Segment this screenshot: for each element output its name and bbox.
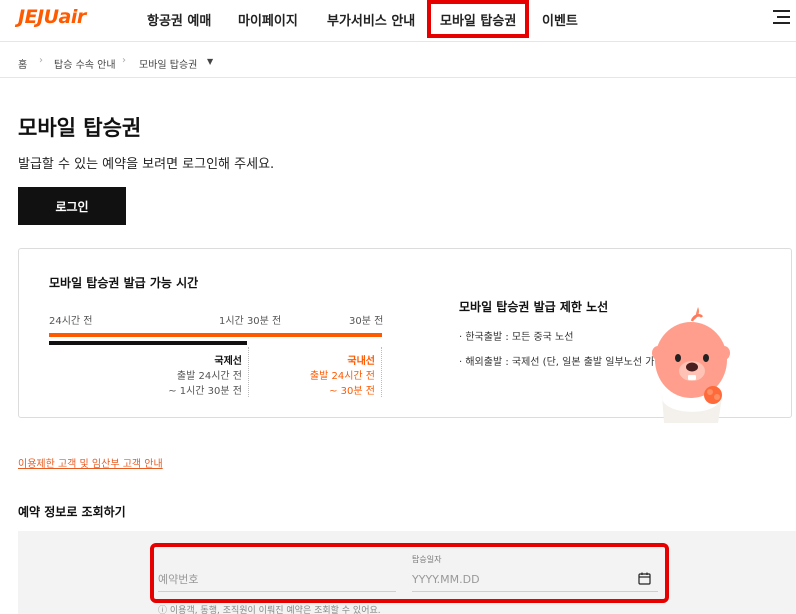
timeline-label-24h: 24시간 전 xyxy=(49,316,93,327)
breadcrumb-current[interactable]: 모바일 탑승권 xyxy=(139,56,197,71)
menu-icon[interactable] xyxy=(773,9,790,25)
nav-flight-booking[interactable]: 항공권 예매 xyxy=(147,10,211,29)
restriction-heading: 모바일 탑승권 발급 제한 노선 xyxy=(459,300,609,314)
domestic-line1: 출발 24시간 전 xyxy=(309,371,375,382)
international-line1: 출발 24시간 전 xyxy=(176,371,242,382)
international-timeline-bar xyxy=(49,341,247,345)
timeline-label-90m: 1시간 30분 전 xyxy=(219,316,282,327)
divider xyxy=(248,347,249,397)
nav-events[interactable]: 이벤트 xyxy=(542,10,578,29)
search-fields-highlight-box xyxy=(150,543,669,603)
caret-down-icon[interactable]: ▼ xyxy=(207,57,213,66)
chevron-right-icon: › xyxy=(39,55,43,66)
breadcrumb-home[interactable]: 홈 xyxy=(18,56,27,71)
page-title: 모바일 탑승권 xyxy=(18,116,142,140)
domestic-title: 국내선 xyxy=(347,356,375,367)
restriction-item: · 해외출발 : 국제선 (단, 일본 출발 일부노선 가능) xyxy=(459,357,668,368)
international-line2: ~ 1시간 30분 전 xyxy=(168,386,242,397)
header: JEJUair 항공권 예매 마이페이지 부가서비스 안내 모바일 탑승권 이벤… xyxy=(0,0,796,42)
international-title: 국제선 xyxy=(214,356,242,367)
domestic-timeline-bar xyxy=(49,333,382,337)
mascot-illustration xyxy=(652,307,730,423)
breadcrumb: 홈 › 탑승 수속 안내 › 모바일 탑승권 ▼ xyxy=(0,46,796,78)
jejuair-logo[interactable]: JEJUair xyxy=(18,6,86,28)
lookup-hint: ⓘ 이용객, 동행, 조직원이 이뤄진 예약은 조회할 수 있어요. xyxy=(158,606,381,614)
restriction-item: · 한국출발 : 모든 중국 노선 xyxy=(459,332,574,343)
restricted-customer-notice-link[interactable]: 이용제한 고객 및 임산부 고객 안내 xyxy=(18,455,163,470)
nav-highlight-box xyxy=(427,0,529,38)
nav-my-page[interactable]: 마이페이지 xyxy=(238,10,298,29)
domestic-line2: ~ 30분 전 xyxy=(329,386,375,397)
lookup-section-title: 예약 정보로 조회하기 xyxy=(18,505,126,519)
nav-extra-services[interactable]: 부가서비스 안내 xyxy=(327,10,415,29)
timeline-label-30m: 30분 전 xyxy=(349,316,384,327)
issue-time-heading: 모바일 탑승권 발급 가능 시간 xyxy=(49,276,199,290)
chevron-right-icon: › xyxy=(122,55,126,66)
breadcrumb-checkin-guide[interactable]: 탑승 수속 안내 xyxy=(54,56,116,71)
divider xyxy=(381,347,382,397)
login-button[interactable]: 로그인 xyxy=(18,187,126,225)
page-description: 발급할 수 있는 예약을 보려면 로그인해 주세요. xyxy=(18,157,275,172)
